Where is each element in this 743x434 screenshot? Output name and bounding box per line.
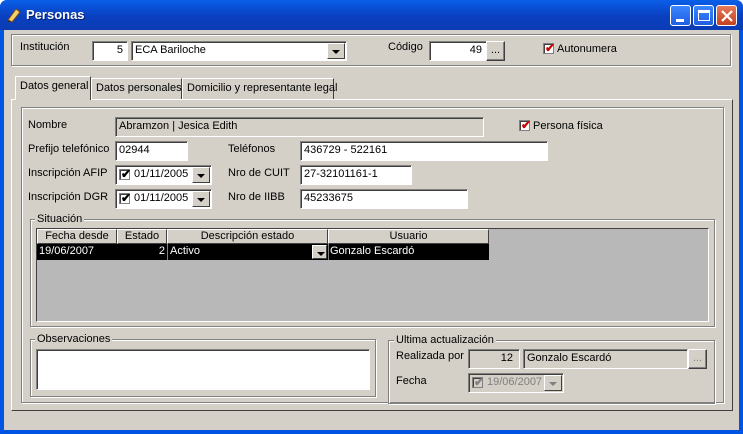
window-title: Personas: [26, 7, 85, 22]
fecha-checkbox[interactable]: ✔: [472, 375, 485, 389]
col-header-usuario[interactable]: Usuario: [328, 229, 489, 244]
institucion-id-value: 5: [116, 44, 123, 56]
telefonos-label: Teléfonos: [228, 143, 276, 155]
codigo-field[interactable]: 49: [429, 41, 487, 61]
fecha-value: 19/06/2007: [487, 376, 543, 388]
observaciones-textarea[interactable]: [36, 349, 370, 390]
cell-estado: 2: [158, 245, 165, 257]
codigo-value: 49: [469, 44, 482, 56]
tab-domicilio[interactable]: Domicilio y representante legal: [182, 78, 338, 99]
row-divider: [167, 244, 168, 260]
tab-datos-personales[interactable]: Datos personales: [91, 78, 182, 99]
prefijo-label: Prefijo telefónico: [28, 143, 110, 155]
title-bar[interactable]: Personas: [0, 0, 743, 30]
institucion-select-value: ECA Bariloche: [135, 44, 206, 56]
tab-datos-personales-label: Datos personales: [96, 82, 182, 94]
col-header-descripcion[interactable]: Descripción estado: [167, 229, 328, 244]
close-button[interactable]: [716, 5, 737, 26]
cuit-label: Nro de CUIT: [228, 167, 290, 179]
tab-joint: [16, 96, 90, 102]
realizada-id-field[interactable]: 12: [468, 349, 520, 369]
situacion-grid[interactable]: Fecha desde Estado Descripción estado Us…: [36, 228, 709, 322]
dgr-checkbox[interactable]: ✔: [119, 191, 132, 205]
institucion-label: Institución: [20, 41, 70, 53]
institucion-dropdown-icon[interactable]: [327, 43, 345, 59]
realizada-name-value: Gonzalo Escardó: [527, 352, 612, 364]
col-header-estado[interactable]: Estado: [117, 229, 167, 244]
tab-domicilio-label: Domicilio y representante legal: [187, 82, 338, 94]
dgr-dropdown-icon[interactable]: [192, 191, 210, 207]
table-row[interactable]: 19/06/2007 2 Activo Gonzalo Escardó: [37, 244, 489, 260]
afip-dropdown-icon[interactable]: [192, 167, 210, 183]
check-icon: ✔: [121, 191, 132, 205]
iibb-label: Nro de IIBB: [228, 191, 285, 203]
persona-fisica-checkbox[interactable]: ✔: [519, 118, 532, 132]
realizada-label: Realizada por: [396, 350, 464, 362]
fecha-date-picker[interactable]: ✔ 19/06/2007: [468, 373, 564, 393]
realizada-name-field[interactable]: Gonzalo Escardó: [523, 349, 688, 369]
tab-datos-general-label: Datos general: [20, 80, 89, 92]
ultima-title: Ultima actualización: [394, 334, 496, 346]
autonumera-label: Autonumera: [557, 43, 617, 55]
realizada-lookup-button[interactable]: ...: [688, 349, 707, 369]
chevron-down-icon: [312, 245, 327, 259]
situacion-title: Situación: [35, 213, 85, 225]
observaciones-title: Observaciones: [35, 333, 113, 345]
cuit-field[interactable]: 27-32101161-1: [300, 165, 412, 185]
cuit-value: 27-32101161-1: [304, 168, 378, 180]
codigo-label: Código: [388, 41, 423, 53]
row-divider: [328, 244, 329, 260]
check-icon: ✔: [521, 118, 532, 132]
nombre-value: Abramzon | Jesica Edith: [119, 120, 238, 132]
nombre-field[interactable]: Abramzon | Jesica Edith: [115, 117, 484, 137]
institucion-select[interactable]: ECA Bariloche: [131, 41, 347, 61]
institucion-id-field[interactable]: 5: [92, 41, 128, 61]
persona-fisica-label: Persona física: [533, 120, 603, 132]
cell-descripcion: Activo: [170, 245, 200, 257]
autonumera-checkbox[interactable]: ✔: [543, 41, 556, 55]
codigo-lookup-button[interactable]: ...: [486, 41, 505, 61]
fecha-dropdown-icon[interactable]: [544, 375, 562, 391]
afip-value: 01/11/2005: [134, 168, 189, 180]
cell-fecha: 19/06/2007: [39, 245, 95, 257]
iibb-value: 45233675: [304, 192, 353, 204]
col-header-fecha[interactable]: Fecha desde: [37, 229, 117, 244]
realizada-id-value: 12: [500, 352, 513, 364]
fecha-label: Fecha: [396, 375, 427, 387]
nombre-label: Nombre: [28, 119, 68, 131]
cell-usuario: Gonzalo Escardó: [330, 245, 415, 257]
app-icon: [6, 7, 22, 23]
afip-checkbox[interactable]: ✔: [119, 167, 132, 181]
minimize-button[interactable]: [670, 5, 691, 26]
iibb-field[interactable]: 45233675: [300, 189, 468, 209]
check-icon: ✔: [545, 41, 556, 55]
maximize-button[interactable]: [693, 5, 714, 26]
telefonos-value: 436729 - 522161: [304, 144, 388, 156]
afip-date-picker[interactable]: ✔ 01/11/2005: [115, 165, 212, 185]
dgr-label: Inscripción DGR: [28, 191, 109, 203]
prefijo-field[interactable]: 02944: [115, 141, 188, 161]
descripcion-dropdown[interactable]: [312, 245, 327, 259]
dgr-value: 01/11/2005: [134, 192, 189, 204]
prefijo-value: 02944: [119, 144, 150, 156]
check-icon: ✔: [474, 375, 485, 389]
afip-label: Inscripción AFIP: [28, 167, 108, 179]
dgr-date-picker[interactable]: ✔ 01/11/2005: [115, 189, 212, 209]
telefonos-field[interactable]: 436729 - 522161: [300, 141, 548, 161]
check-icon: ✔: [121, 167, 132, 181]
